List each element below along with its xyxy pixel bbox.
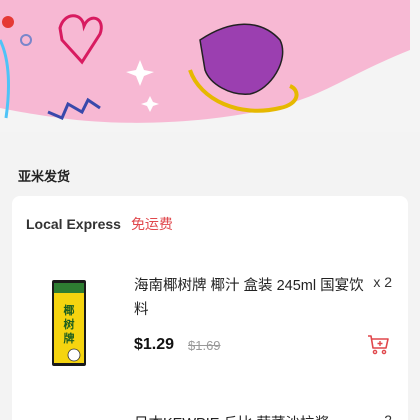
order-card: Local Express 免运费 椰 树 牌 海南椰树牌 椰汁 盒装 245m… [12,196,408,420]
shipping-method-name: Local Express [26,216,121,232]
product-price: $1.29 [134,336,175,353]
svg-text:牌: 牌 [64,331,75,345]
section-title: 亚米发货 [18,169,71,184]
product-quantity: x 2 [373,274,392,290]
next-product-title[interactable]: 日本KEWPIE 丘比 蔬菜沙拉酱 [134,412,329,420]
promo-banner [0,0,420,132]
product-item[interactable]: 椰 树 牌 海南椰树牌 椰汁 盒装 245ml 国宴饮料 x 2 $1.29 $… [12,270,408,370]
next-product-quantity: 2 [384,412,392,420]
free-shipping-badge: 免运费 [130,216,173,232]
product-thumbnail[interactable]: 椰 树 牌 [52,280,86,366]
banner-illustration [0,0,410,123]
shipping-row: Local Express 免运费 [26,214,173,234]
svg-text:椰: 椰 [64,303,75,317]
product-original-price: $1.69 [188,338,221,353]
add-to-cart-icon[interactable] [366,332,390,356]
svg-text:树: 树 [64,317,75,331]
product-title[interactable]: 海南椰树牌 椰汁 盒装 245ml 国宴饮料 [134,274,364,322]
